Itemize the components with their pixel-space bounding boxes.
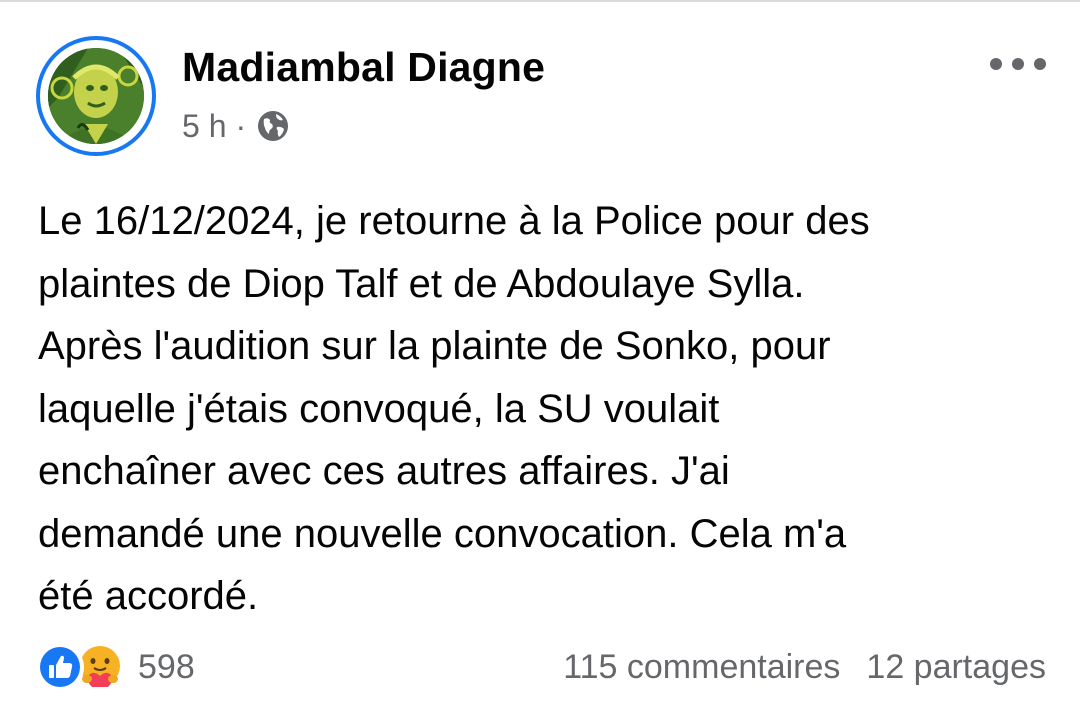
more-dot: [1034, 58, 1046, 70]
shares-count[interactable]: 12 partages: [866, 648, 1046, 687]
avatar[interactable]: [36, 36, 156, 156]
reactions-summary[interactable]: 598: [36, 640, 195, 694]
more-options-button[interactable]: [990, 50, 1046, 78]
comments-count[interactable]: 115 commentaires: [563, 648, 840, 687]
post-meta: 5 h ·: [182, 106, 289, 146]
post-header: Madiambal Diagne 5 h ·: [36, 36, 1046, 161]
meta-separator: ·: [235, 107, 247, 144]
post-text: Le 16/12/2024, je retourne à la Police p…: [38, 199, 870, 618]
like-icon: [36, 643, 84, 691]
author-name[interactable]: Madiambal Diagne: [182, 41, 545, 93]
post-time[interactable]: 5 h: [182, 108, 226, 145]
engagement-stats: 115 commentaires 12 partages: [563, 640, 1046, 694]
top-divider: [0, 0, 1080, 2]
reaction-count: 598: [138, 647, 195, 686]
more-dot: [1012, 58, 1024, 70]
globe-icon[interactable]: [257, 110, 289, 142]
more-options-icon: [990, 58, 1002, 70]
post-footer: 598 115 commentaires 12 partages: [36, 640, 1046, 694]
profile-picture[interactable]: [48, 48, 144, 144]
